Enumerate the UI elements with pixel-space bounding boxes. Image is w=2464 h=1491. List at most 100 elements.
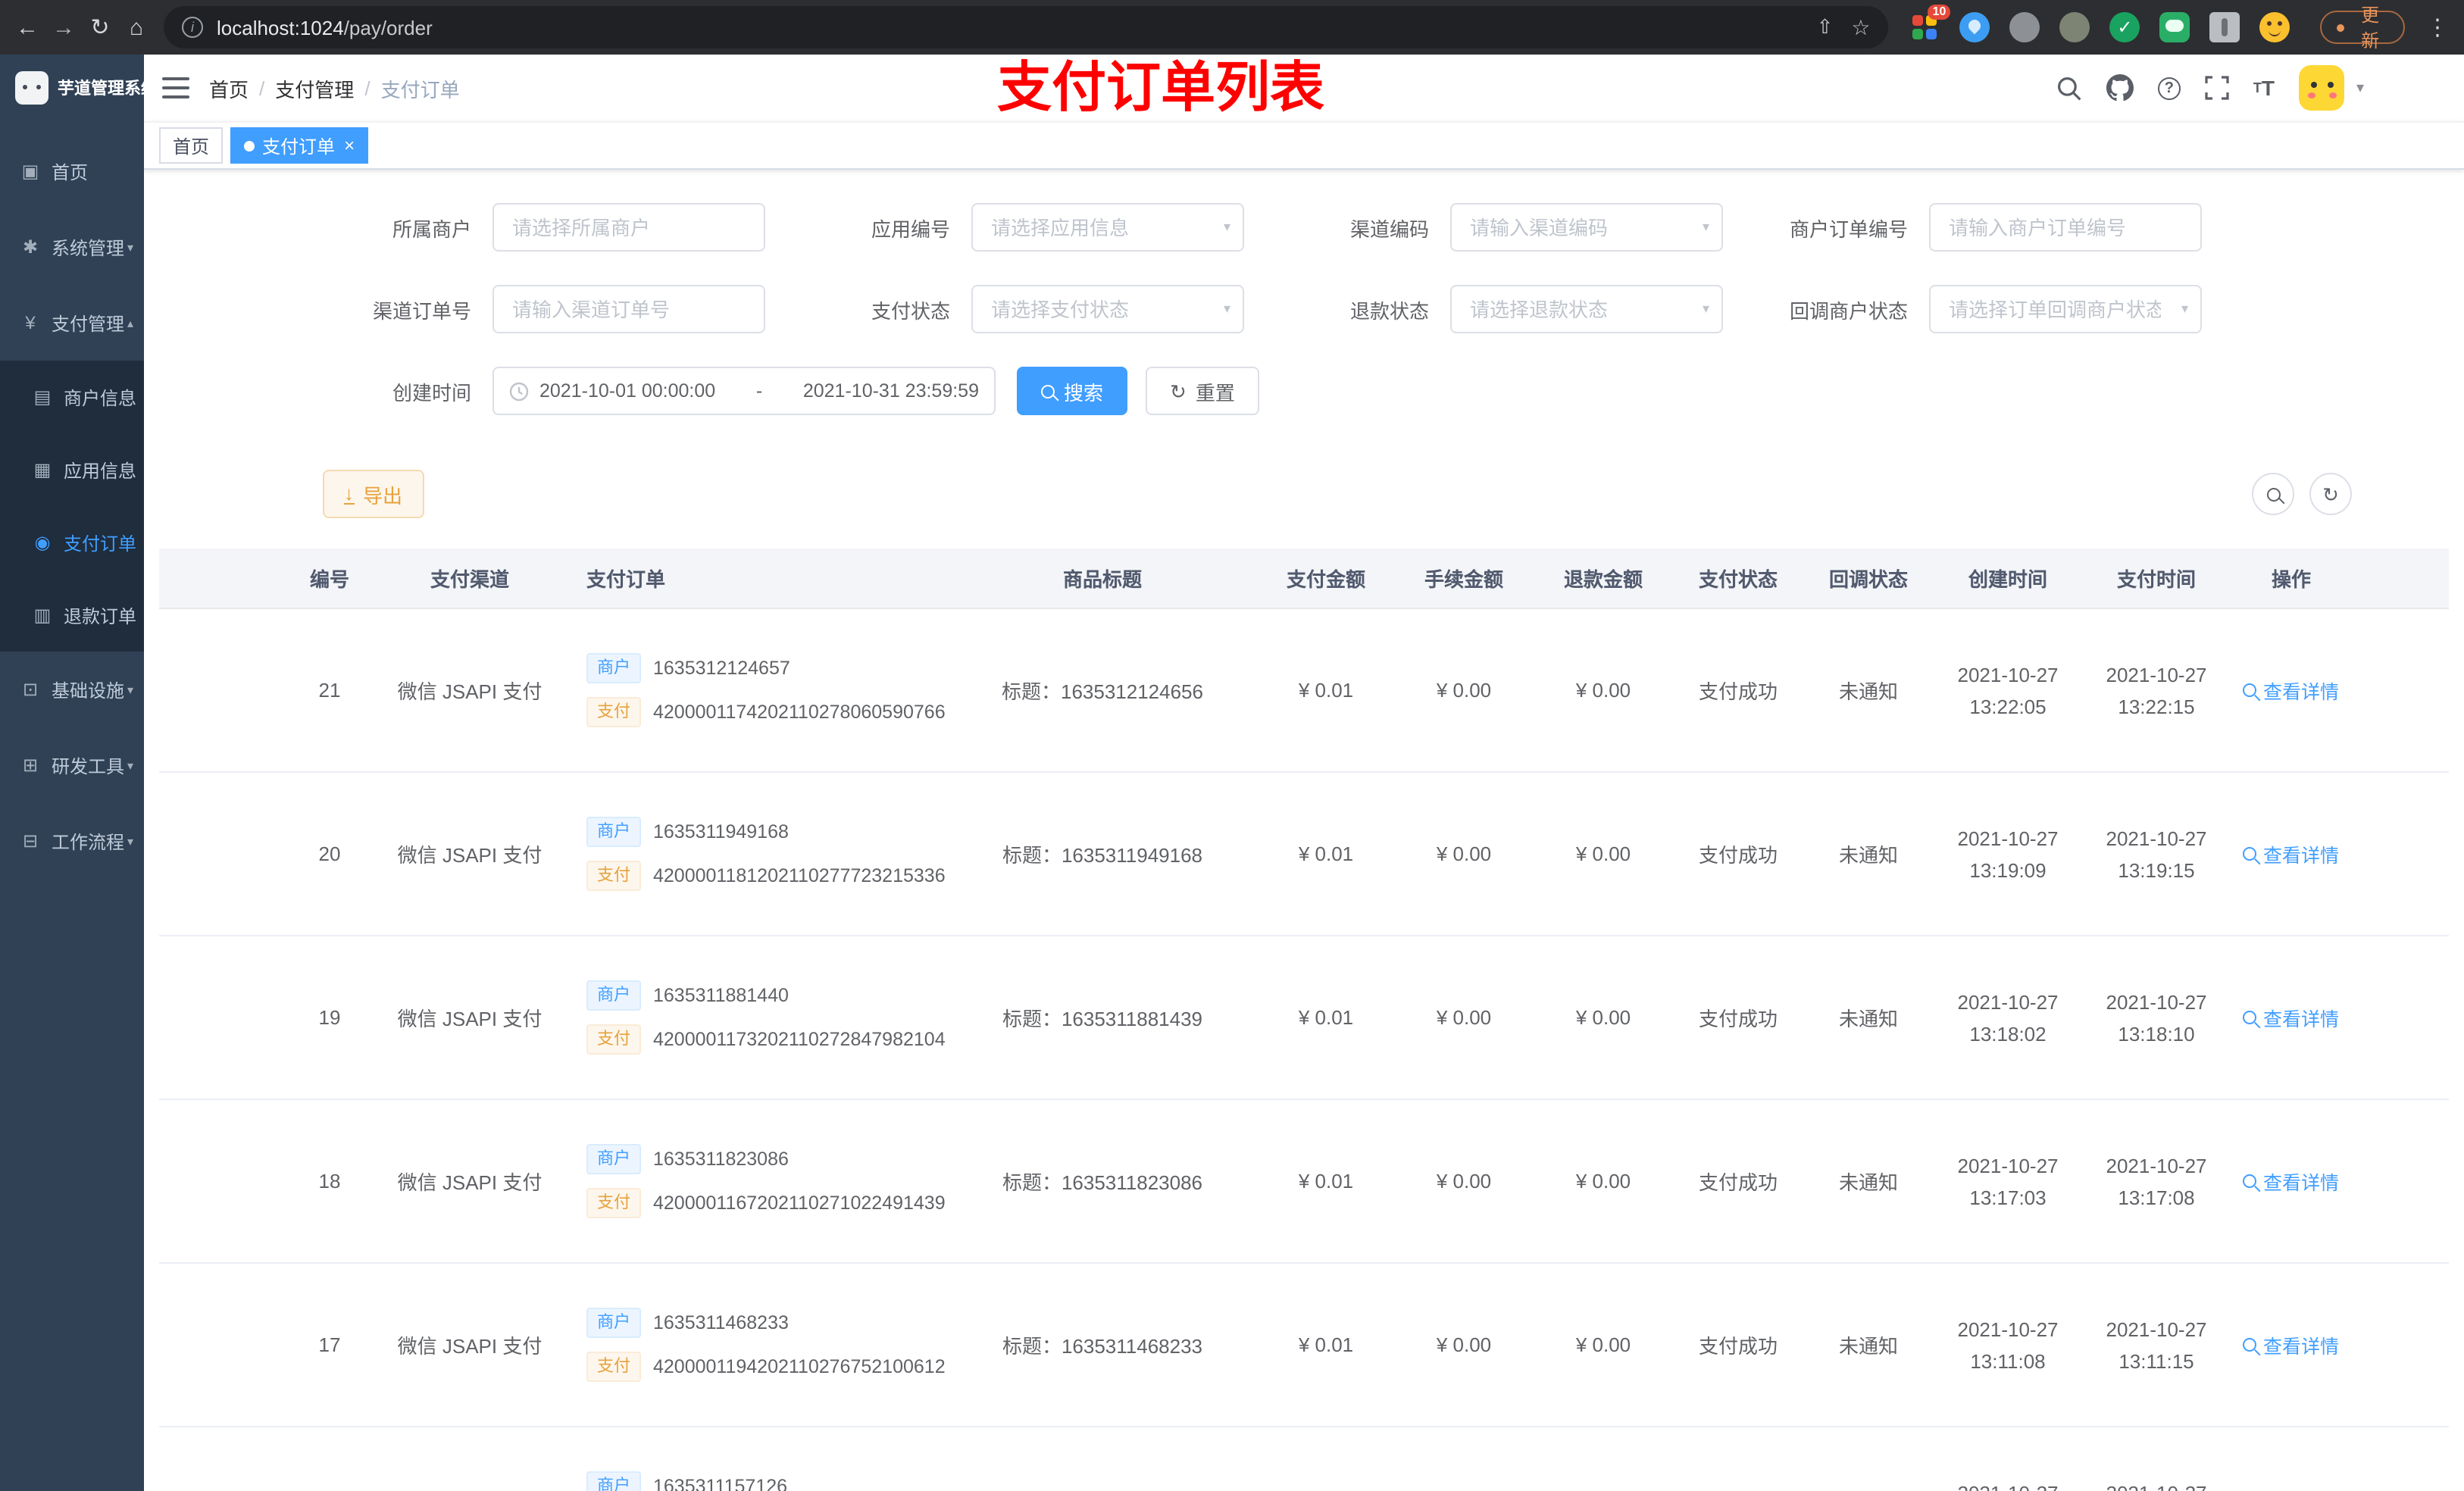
refresh-table-button[interactable]: ↻ — [2309, 473, 2352, 515]
sidebar-collapse-icon[interactable] — [162, 77, 189, 98]
range-end-value: 2021-10-31 23:59:59 — [802, 380, 979, 402]
search-icon — [2243, 1338, 2257, 1352]
extension-badge: 10 — [1928, 5, 1951, 20]
column-header-pay-time: 支付时间 — [2116, 568, 2196, 591]
breadcrumb-payment[interactable]: 支付管理 — [275, 73, 354, 102]
toggle-search-button[interactable] — [2252, 473, 2294, 515]
github-icon[interactable] — [2106, 74, 2134, 102]
sidebar-item-infra[interactable]: ⊡ 基础设施 ▾ — [0, 652, 144, 727]
reset-button[interactable]: ↻ 重置 — [1146, 367, 1259, 415]
action-cell: 查看详情 — [2231, 839, 2352, 868]
sidebar-item-app-info[interactable]: ▦ 应用信息 — [0, 433, 144, 506]
pay-time-cell: 2021-10-27 13:17:08 — [2106, 1154, 2207, 1208]
browser-menu-icon[interactable]: ⋮ — [2426, 14, 2449, 41]
view-detail-link[interactable]: 查看详情 — [2243, 676, 2339, 705]
search-icon[interactable] — [2056, 75, 2082, 101]
payment-submenu: ▤ 商户信息 ▦ 应用信息 ◉ 支付订单 ▥ 退款订单 — [0, 361, 144, 652]
refund-amount-cell: ¥ 0.00 — [1575, 842, 1631, 865]
column-header-id: 编号 — [309, 568, 349, 591]
share-icon[interactable]: ⇧ — [1817, 15, 1834, 39]
sidebar-item-payment[interactable]: ¥ 支付管理 ▴ — [0, 285, 144, 361]
view-detail-link[interactable]: 查看详情 — [2243, 839, 2339, 868]
notify-status-select[interactable] — [1929, 285, 2202, 333]
channel-code-select[interactable] — [1450, 203, 1723, 252]
merchant-order-no: 1635311823086 — [653, 1149, 789, 1170]
workflow-icon: ⊟ — [22, 830, 39, 852]
filter-label-pay-status: 支付状态 — [871, 299, 950, 322]
view-detail-link[interactable]: 查看详情 — [2243, 1330, 2339, 1359]
pay-time-cell: 2021-10-27 13:22:15 — [2106, 663, 2207, 717]
sidebar-item-pay-order[interactable]: ◉ 支付订单 — [0, 506, 144, 579]
view-detail-link[interactable]: 查看详情 — [2243, 1167, 2339, 1196]
create-time-cell: 2021-10-27 13:22:05 — [1957, 663, 2059, 717]
table-row: 17 微信 JSAPI 支付 商户 1635311468233 支付 4200001… — [159, 1264, 2449, 1427]
font-size-icon[interactable]: TT — [2253, 76, 2275, 100]
tools-icon: ⊞ — [22, 755, 39, 776]
refresh-icon[interactable]: ↻ — [82, 9, 118, 45]
grid-icon: ▦ — [33, 459, 52, 480]
browser-update-button[interactable]: 更新 — [2320, 5, 2405, 52]
home-icon[interactable]: ⌂ — [118, 9, 155, 45]
refund-status-select[interactable] — [1450, 285, 1723, 333]
search-button[interactable]: 搜索 — [1017, 367, 1128, 415]
product-title-cell: 标题：1635311881439 — [1002, 1008, 1203, 1030]
column-header-refund: 退款金额 — [1563, 568, 1643, 591]
active-dot-icon — [244, 140, 255, 151]
tab-home[interactable]: 首页 — [159, 127, 224, 164]
fee-amount-cell: ¥ 0.00 — [1436, 842, 1492, 865]
channel-order-no-input[interactable] — [492, 285, 765, 333]
action-cell: 查看详情 — [2231, 1330, 2352, 1359]
export-button[interactable]: ↓ 导出 — [323, 470, 424, 518]
address-bar[interactable]: i localhost:1024/pay/order ⇧ ☆ — [164, 6, 1889, 48]
browser-profile-avatar[interactable] — [2259, 12, 2290, 42]
pay-status-cell: 支付成功 — [1698, 1335, 1778, 1358]
yen-icon: ¥ — [25, 312, 36, 333]
app-select[interactable] — [971, 203, 1244, 252]
pay-tag: 支付 — [586, 1352, 641, 1382]
app-logo[interactable]: 芋道管理系统 — [0, 55, 158, 121]
sidebar-item-merchant-info[interactable]: ▤ 商户信息 — [0, 361, 144, 433]
extension-olive-icon[interactable] — [2059, 12, 2090, 42]
back-icon[interactable]: ← — [9, 9, 45, 45]
fullscreen-icon[interactable] — [2205, 76, 2229, 100]
extension-colorful-icon[interactable]: 10 — [1909, 5, 1951, 42]
table-row: 18 微信 JSAPI 支付 商户 1635311823086 支付 4200001… — [159, 1100, 2449, 1264]
help-icon[interactable]: ? — [2157, 77, 2181, 99]
sidebar-item-home[interactable]: ▣ 首页 — [0, 133, 144, 209]
view-detail-link[interactable]: 查看详情 — [2243, 1003, 2339, 1032]
close-icon[interactable]: × — [344, 136, 355, 155]
site-info-icon[interactable]: i — [182, 17, 203, 38]
forward-icon[interactable]: → — [45, 9, 82, 45]
pay-tag: 支付 — [586, 1024, 641, 1055]
extension-blue-icon[interactable] — [1959, 12, 1990, 42]
sidebar-item-system[interactable]: ✱ 系统管理 ▾ — [0, 209, 144, 285]
merchant-select[interactable] — [492, 203, 765, 252]
sidebar-item-refund-order[interactable]: ▥ 退款订单 — [0, 579, 144, 652]
extension-check-icon[interactable]: ✓ — [2109, 12, 2140, 42]
tab-pay-order[interactable]: 支付订单 × — [230, 127, 369, 164]
column-header-action: 操作 — [2271, 568, 2311, 591]
extensions-row: 10 ✓ — [1909, 5, 2290, 42]
pay-status-select[interactable] — [971, 285, 1244, 333]
merchant-tag: 商户 — [586, 1144, 641, 1174]
order-id-cell: 21 — [318, 679, 341, 702]
extensions-pin-icon[interactable] — [2209, 12, 2240, 42]
user-avatar[interactable] — [2298, 65, 2344, 111]
table-row: 20 微信 JSAPI 支付 商户 1635311949168 支付 4200001… — [159, 773, 2449, 936]
filter-label-channel-code: 渠道编码 — [1349, 217, 1429, 240]
range-separator: - — [755, 380, 763, 402]
chevron-down-icon[interactable]: ▾ — [2356, 80, 2364, 96]
search-icon — [2243, 1011, 2257, 1024]
pay-status-cell: 支付成功 — [1698, 844, 1778, 867]
merchant-order-no-input[interactable] — [1929, 203, 2202, 252]
table-header: 编号 支付渠道 支付订单 商品标题 支付金额 手续金额 退款金额 支付状态 回调… — [159, 549, 2449, 609]
create-time-range-picker[interactable]: 2021-10-01 00:00:00 - 2021-10-31 23:59:5… — [492, 367, 996, 415]
bookmark-star-icon[interactable]: ☆ — [1851, 14, 1870, 40]
sidebar-item-devtools[interactable]: ⊞ 研发工具 ▾ — [0, 727, 144, 803]
breadcrumb-home[interactable]: 首页 — [209, 73, 249, 102]
order-id-cell: 17 — [318, 1333, 341, 1356]
sidebar-item-workflow[interactable]: ⊟ 工作流程 ▾ — [0, 803, 144, 879]
extension-chat-icon[interactable] — [2159, 12, 2190, 42]
table-row: 21 微信 JSAPI 支付 商户 1635312124657 支付 4200001… — [159, 609, 2449, 773]
extension-gray-icon[interactable] — [2009, 12, 2040, 42]
